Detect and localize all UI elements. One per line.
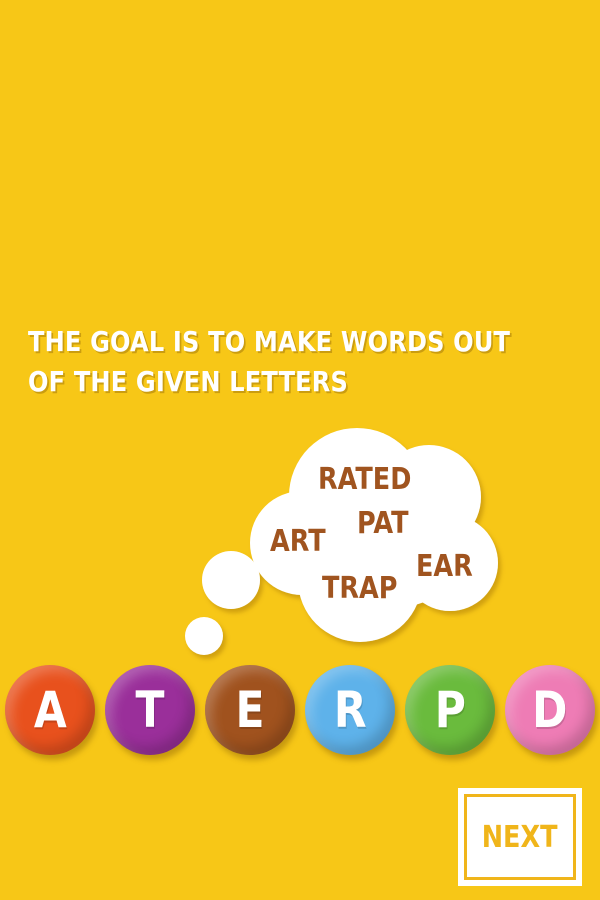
letter-ball-label: D xyxy=(532,681,568,739)
thought-bubble-small xyxy=(185,617,223,655)
next-button-label: NEXT xyxy=(482,819,558,855)
cloud-word-art: ART xyxy=(270,524,326,559)
thought-cloud xyxy=(185,428,498,655)
letter-ball-label: R xyxy=(333,681,367,739)
letter-ball-label: T xyxy=(135,681,165,739)
letter-ball-label: P xyxy=(434,681,466,739)
cloud-word-ear: EAR xyxy=(416,549,473,584)
thought-bubble-medium xyxy=(202,551,260,609)
letter-ball-label: A xyxy=(33,681,67,739)
letter-ball-r[interactable]: R xyxy=(305,665,395,755)
letter-ball-e[interactable]: E xyxy=(205,665,295,755)
letter-ball-t[interactable]: T xyxy=(105,665,195,755)
cloud-word-pat: PAT xyxy=(357,506,409,541)
next-button-frame: NEXT xyxy=(464,794,576,880)
letter-ball-a[interactable]: A xyxy=(5,665,95,755)
cloud-word-trap: TRAP xyxy=(322,571,398,606)
cloud-word-rated: RATED xyxy=(318,462,412,497)
next-button[interactable]: NEXT xyxy=(458,788,582,886)
letter-ball-p[interactable]: P xyxy=(405,665,495,755)
letter-ball-label: E xyxy=(235,681,265,739)
letter-ball-d[interactable]: D xyxy=(505,665,595,755)
